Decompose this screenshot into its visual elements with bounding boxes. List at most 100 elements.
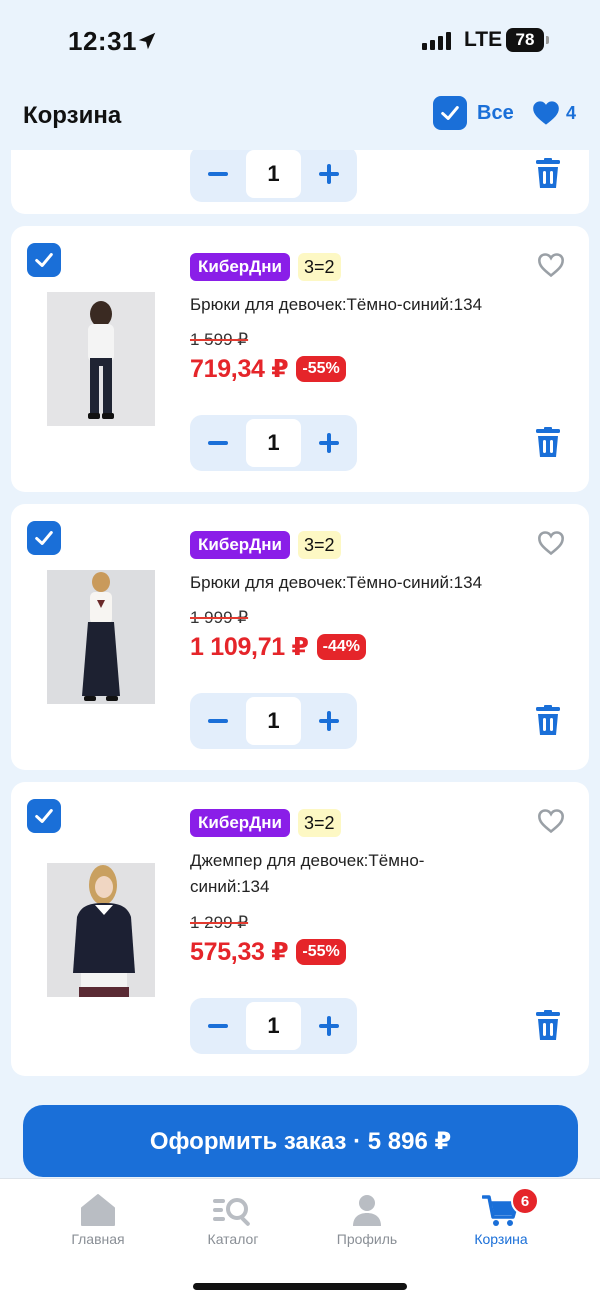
heart-icon [533,101,559,125]
item-checkbox[interactable] [27,799,61,833]
increase-button[interactable] [305,1002,353,1050]
home-indicator [193,1283,407,1290]
cart-item: КиберДни 3=2 Брюки для девочек:Тёмно-син… [11,226,589,492]
tab-home[interactable]: Главная [38,1193,158,1247]
minus-icon [208,172,228,176]
product-photo [47,570,155,704]
product-name[interactable]: Брюки для девочек:Тёмно-синий:134 [190,570,520,596]
tab-cart[interactable]: 6 Корзина [441,1187,561,1247]
tab-home-label: Главная [71,1231,125,1247]
price-row: 719,34 ₽ -55% [190,354,346,384]
decrease-button[interactable] [194,150,242,198]
increase-button[interactable] [305,697,353,745]
trash-icon[interactable] [533,705,563,737]
current-price: 719,34 ₽ [190,355,289,383]
cart-item: КиберДни 3=2 Джемпер для девочек:Тёмно-с… [11,782,589,1076]
select-all-label: Все [477,101,514,124]
product-name[interactable]: Брюки для девочек:Тёмно-синий:134 [190,292,520,318]
quantity-value[interactable]: 1 [246,697,301,745]
decrease-button[interactable] [194,419,242,467]
network-type: LTE [464,28,503,51]
plus-icon [319,711,339,731]
heart-outline-icon[interactable] [537,808,565,834]
favorites-count: 4 [566,102,577,123]
product-image[interactable] [47,292,155,426]
promo-labels: КиберДни 3=2 [190,253,341,281]
product-image[interactable] [47,863,155,997]
increase-button[interactable] [305,419,353,467]
tab-cart-label: Корзина [474,1231,528,1247]
deal-badge: 3=2 [298,531,341,559]
quantity-stepper[interactable]: 1 [190,693,357,749]
battery-level: 78 [506,28,544,52]
decrease-button[interactable] [194,1002,242,1050]
check-icon [441,106,459,120]
trash-icon[interactable] [533,427,563,459]
profile-icon [353,1195,381,1226]
increase-button[interactable] [305,150,353,198]
status-time: 12:31 [68,26,137,56]
header: Корзина Все 4 [0,82,600,150]
old-price: 1 999 ₽ [190,608,249,627]
home-icon [81,1194,115,1226]
old-price: 1 299 ₽ [190,913,249,932]
quantity-stepper[interactable]: 1 [190,150,357,202]
promo-labels: КиберДни 3=2 [190,531,341,559]
cart-list[interactable]: 1 КиберДни 3=2 Брюки для девочек:Тёмно-с… [0,150,600,1095]
item-checkbox[interactable] [27,243,61,277]
checkout-button[interactable]: Оформить заказ · 5 896 ₽ [23,1105,578,1177]
check-icon [35,531,53,545]
quantity-value[interactable]: 1 [246,1002,301,1050]
product-photo [47,863,155,997]
current-price: 575,33 ₽ [190,938,289,966]
discount-badge: -44% [316,634,367,660]
deal-badge: 3=2 [298,253,341,281]
signal-icon [422,32,451,50]
plus-icon [319,1016,339,1036]
minus-icon [208,719,228,723]
price-row: 1 109,71 ₽ -44% [190,632,367,662]
quantity-value[interactable]: 1 [246,419,301,467]
check-icon [35,809,53,823]
item-checkbox[interactable] [27,521,61,555]
select-all-checkbox[interactable] [433,96,467,130]
promo-badge: КиберДни [190,531,290,559]
cart-badge: 6 [511,1187,539,1215]
plus-icon [319,433,339,453]
tab-profile[interactable]: Профиль [307,1193,427,1247]
catalog-search-icon [213,1198,250,1226]
decrease-button[interactable] [194,697,242,745]
tab-bar: Главная Каталог Профиль 6 Корзина [0,1178,600,1300]
quantity-stepper[interactable]: 1 [190,415,357,471]
deal-badge: 3=2 [298,809,341,837]
check-icon [35,253,53,267]
trash-icon[interactable] [533,1010,563,1042]
quantity-value[interactable]: 1 [246,150,301,198]
price-row: 575,33 ₽ -55% [190,937,346,967]
status-bar: 12:31 LTE 78 [0,0,600,82]
promo-badge: КиберДни [190,253,290,281]
cart-item-partial: 1 [11,150,589,214]
select-all-toggle[interactable]: Все [433,96,514,130]
battery-icon: 78 [506,28,550,52]
product-photo [47,292,155,426]
tab-catalog-label: Каталог [207,1231,259,1247]
location-arrow-icon [138,32,156,50]
heart-outline-icon[interactable] [537,530,565,556]
product-image[interactable] [47,570,155,704]
promo-labels: КиберДни 3=2 [190,809,341,837]
cart-item: КиберДни 3=2 Брюки для девочек:Тёмно-син… [11,504,589,770]
current-price: 1 109,71 ₽ [190,633,309,661]
tab-profile-label: Профиль [336,1231,398,1247]
discount-badge: -55% [296,356,346,382]
quantity-stepper[interactable]: 1 [190,998,357,1054]
discount-badge: -55% [296,939,346,965]
product-name[interactable]: Джемпер для девочек:Тёмно-синий:134 [190,848,460,900]
trash-icon[interactable] [533,158,563,190]
plus-icon [319,164,339,184]
heart-outline-icon[interactable] [537,252,565,278]
tab-catalog[interactable]: Каталог [173,1193,293,1247]
minus-icon [208,1024,228,1028]
favorites-button[interactable]: 4 [532,100,576,126]
minus-icon [208,441,228,445]
